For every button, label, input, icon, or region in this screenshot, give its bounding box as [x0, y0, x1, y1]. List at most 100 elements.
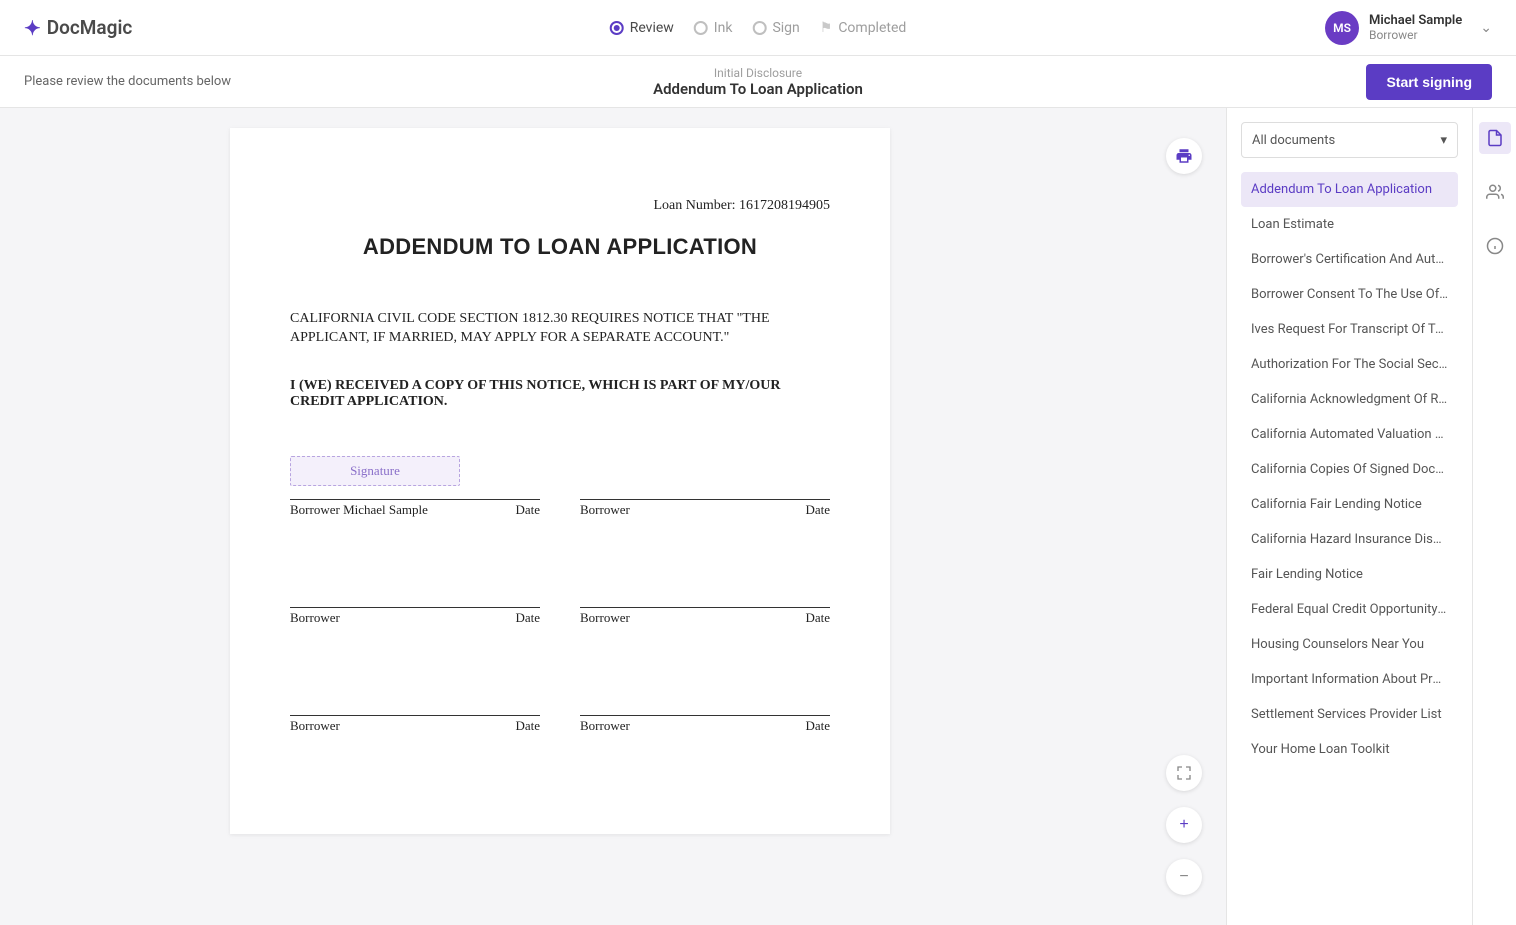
progress-steps: Review Ink Sign ⚑ Completed [610, 20, 907, 36]
notice-text: CALIFORNIA CIVIL CODE SECTION 1812.30 RE… [290, 310, 830, 348]
loan-number: Loan Number: 1617208194905 [290, 198, 830, 214]
signature-placeholder[interactable]: Signature [290, 456, 460, 486]
document-list-item[interactable]: California Automated Valuation Model Not… [1241, 417, 1458, 452]
step-ink[interactable]: Ink [694, 20, 733, 36]
step-review[interactable]: Review [610, 20, 674, 36]
info-panel-button[interactable] [1479, 230, 1511, 262]
signature-line [580, 578, 830, 608]
signature-line [290, 578, 540, 608]
start-signing-button[interactable]: Start signing [1366, 64, 1492, 100]
documents-panel-button[interactable] [1479, 122, 1511, 154]
signature-block: BorrowerDate [580, 578, 830, 626]
user-menu[interactable]: MS Michael Sample Borrower ⌄ [1325, 11, 1492, 45]
avatar: MS [1325, 11, 1359, 45]
main: + − Loan Number: 1617208194905 ADDENDUM … [0, 108, 1516, 925]
document-list-item[interactable]: Borrower Consent To The Use Of Tax Retur… [1241, 277, 1458, 312]
print-icon [1175, 147, 1193, 165]
document-list-item[interactable]: Your Home Loan Toolkit [1241, 732, 1458, 767]
subheader: Please review the documents below Initia… [0, 56, 1516, 108]
signature-right-label: Date [805, 502, 830, 518]
right-rail [1472, 108, 1516, 925]
step-label: Ink [714, 20, 733, 36]
document-list-item[interactable]: Borrower's Certification And Authorizati… [1241, 242, 1458, 277]
document-list-item[interactable]: Authorization For The Social Security Ad… [1241, 347, 1458, 382]
step-circle-icon [694, 21, 708, 35]
document-sidebar: All documents ▾ Addendum To Loan Applica… [1226, 108, 1472, 925]
signature-left-label: Borrower [290, 610, 340, 626]
step-circle-icon [610, 21, 624, 35]
document-title: Addendum To Loan Application [653, 80, 863, 98]
viewer-tools-bottom: + − [1166, 755, 1202, 895]
signature-labels: Borrower Date [290, 718, 540, 734]
step-completed[interactable]: ⚑ Completed [820, 20, 907, 36]
signature-labels: BorrowerDate [580, 610, 830, 626]
logo[interactable]: ✦ DocMagic [24, 16, 132, 40]
signature-left-label: Borrower [580, 502, 630, 518]
viewer-tools-top [1166, 138, 1202, 174]
document-viewer[interactable]: + − Loan Number: 1617208194905 ADDENDUM … [0, 108, 1226, 925]
document-list-item[interactable]: California Acknowledgment Of Receipt Of … [1241, 382, 1458, 417]
signature-labels: BorrowerDate [580, 718, 830, 734]
document-list-item[interactable]: Ives Request For Transcript Of Tax Retur… [1241, 312, 1458, 347]
document-list-item[interactable]: Loan Estimate [1241, 207, 1458, 242]
document-list-item[interactable]: California Copies Of Signed Documents [1241, 452, 1458, 487]
step-label: Completed [838, 20, 906, 36]
document-list-item[interactable]: California Fair Lending Notice [1241, 487, 1458, 522]
participants-panel-button[interactable] [1479, 176, 1511, 208]
document-list-item[interactable]: Housing Counselors Near You [1241, 627, 1458, 662]
document-list-item[interactable]: Settlement Services Provider List [1241, 697, 1458, 732]
document-list: Addendum To Loan ApplicationLoan Estimat… [1241, 172, 1458, 767]
page-title: ADDENDUM TO LOAN APPLICATION [290, 234, 830, 260]
document-page: Loan Number: 1617208194905 ADDENDUM TO L… [230, 128, 890, 834]
step-label: Sign [772, 20, 799, 36]
document-filter-dropdown[interactable]: All documents ▾ [1241, 122, 1458, 158]
user-info: Michael Sample Borrower [1369, 13, 1462, 43]
document-list-item[interactable]: Important Information About Procedures F… [1241, 662, 1458, 697]
signature-block: Borrower Date [290, 686, 540, 734]
signature-right-label: Date [515, 718, 540, 734]
info-icon [1486, 237, 1504, 255]
signature-line [580, 470, 830, 500]
user-role: Borrower [1369, 28, 1462, 42]
flag-icon: ⚑ [820, 20, 833, 36]
people-icon [1486, 183, 1504, 201]
zoom-out-button[interactable]: − [1166, 859, 1202, 895]
signature-left-label: Borrower Michael Sample [290, 502, 428, 518]
signature-right-label: Date [805, 718, 830, 734]
chevron-down-icon: ⌄ [1480, 20, 1492, 36]
brand-text: DocMagic [47, 16, 133, 39]
chevron-down-icon: ▾ [1440, 133, 1447, 148]
user-name: Michael Sample [1369, 13, 1462, 29]
signature-block: Signature Borrower Michael Sample Date [290, 470, 540, 518]
signature-right-label: Date [515, 610, 540, 626]
topbar: ✦ DocMagic Review Ink Sign ⚑ Completed M… [0, 0, 1516, 56]
document-list-item[interactable]: Addendum To Loan Application [1241, 172, 1458, 207]
signature-right-label: Date [515, 502, 540, 518]
document-list-item[interactable]: California Hazard Insurance Disclosure [1241, 522, 1458, 557]
signature-line [580, 686, 830, 716]
fullscreen-icon [1176, 765, 1192, 781]
signature-labels: Borrower Date [580, 502, 830, 518]
document-category: Initial Disclosure [653, 66, 863, 80]
signature-line: Signature [290, 470, 540, 500]
star-icon: ✦ [24, 16, 41, 40]
signature-right-label: Date [805, 610, 830, 626]
instruction-text: Please review the documents below [24, 74, 231, 89]
signature-block: BorrowerDate [580, 686, 830, 734]
fullscreen-button[interactable] [1166, 755, 1202, 791]
document-icon [1486, 129, 1504, 147]
document-list-item[interactable]: Federal Equal Credit Opportunity Act Not… [1241, 592, 1458, 627]
plus-icon: + [1179, 816, 1188, 834]
step-sign[interactable]: Sign [752, 20, 799, 36]
signature-line [290, 686, 540, 716]
filter-label: All documents [1252, 133, 1335, 148]
step-label: Review [630, 20, 674, 36]
document-list-item[interactable]: Fair Lending Notice [1241, 557, 1458, 592]
signature-labels: Borrower Michael Sample Date [290, 502, 540, 518]
document-title-block: Initial Disclosure Addendum To Loan Appl… [653, 66, 863, 98]
signature-left-label: Borrower [290, 718, 340, 734]
step-circle-icon [752, 21, 766, 35]
zoom-in-button[interactable]: + [1166, 807, 1202, 843]
print-button[interactable] [1166, 138, 1202, 174]
minus-icon: − [1179, 868, 1188, 886]
